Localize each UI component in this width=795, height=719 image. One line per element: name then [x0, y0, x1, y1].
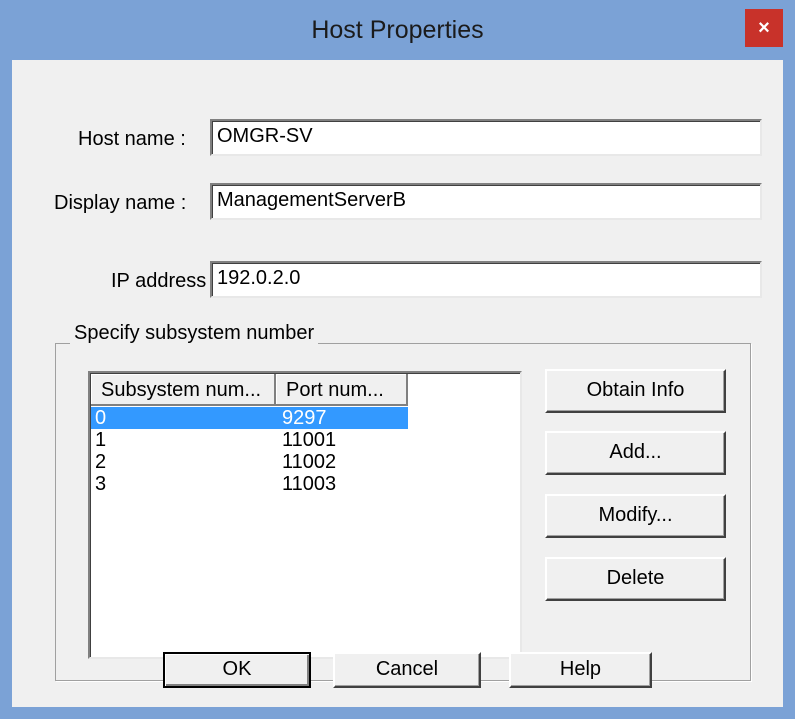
port-cell: 11001	[282, 429, 337, 451]
table-row[interactable]: 3 11003	[91, 473, 411, 495]
subsystem-cell: 2	[95, 451, 107, 473]
close-icon: ×	[758, 17, 770, 39]
obtain-info-label: Obtain Info	[586, 378, 685, 401]
subsystem-cell: 0	[95, 407, 107, 429]
close-button[interactable]: ×	[745, 9, 783, 47]
modify-label: Modify...	[598, 503, 673, 526]
subsystem-cell: 3	[95, 473, 107, 495]
dialog-body: Host name : OMGR-SV Display name : Manag…	[12, 60, 783, 707]
add-label: Add...	[609, 440, 662, 463]
port-cell: 11002	[282, 451, 337, 473]
host-name-input[interactable]: OMGR-SV	[210, 119, 762, 156]
port-cell: 11003	[282, 473, 337, 495]
title-bar[interactable]: Host Properties ×	[0, 0, 795, 60]
help-button[interactable]: Help	[509, 652, 652, 688]
delete-label: Delete	[606, 566, 665, 589]
column-header-port[interactable]: Port num...	[276, 374, 408, 406]
column-header-subsystem[interactable]: Subsystem num...	[91, 374, 276, 406]
port-cell: 9297	[282, 407, 327, 429]
table-row[interactable]: 2 11002	[91, 451, 411, 473]
ip-address-label: IP address :	[111, 270, 218, 292]
subsystem-group-title: Specify subsystem number	[70, 322, 319, 345]
table-row[interactable]: 0 9297	[91, 407, 408, 429]
cancel-button[interactable]: Cancel	[333, 652, 481, 688]
dialog-title: Host Properties	[311, 16, 484, 44]
cancel-label: Cancel	[375, 657, 439, 680]
ip-address-input[interactable]: 192.0.2.0	[210, 261, 762, 298]
obtain-info-button[interactable]: Obtain Info	[545, 369, 726, 413]
subsystem-list[interactable]: Subsystem num... Port num... 0 9297 1 11…	[88, 371, 522, 659]
display-name-label: Display name :	[54, 192, 187, 214]
table-row[interactable]: 1 11001	[91, 429, 411, 451]
delete-button[interactable]: Delete	[545, 557, 726, 601]
modify-button[interactable]: Modify...	[545, 494, 726, 538]
host-properties-dialog: Host Properties × Host name : OMGR-SV Di…	[0, 0, 795, 719]
add-button[interactable]: Add...	[545, 431, 726, 475]
subsystem-cell: 1	[95, 429, 107, 451]
host-name-label: Host name :	[78, 128, 186, 150]
ok-label: OK	[222, 657, 252, 680]
display-name-input[interactable]: ManagementServerB	[210, 183, 762, 220]
ok-button[interactable]: OK	[163, 652, 311, 688]
help-label: Help	[559, 657, 602, 680]
